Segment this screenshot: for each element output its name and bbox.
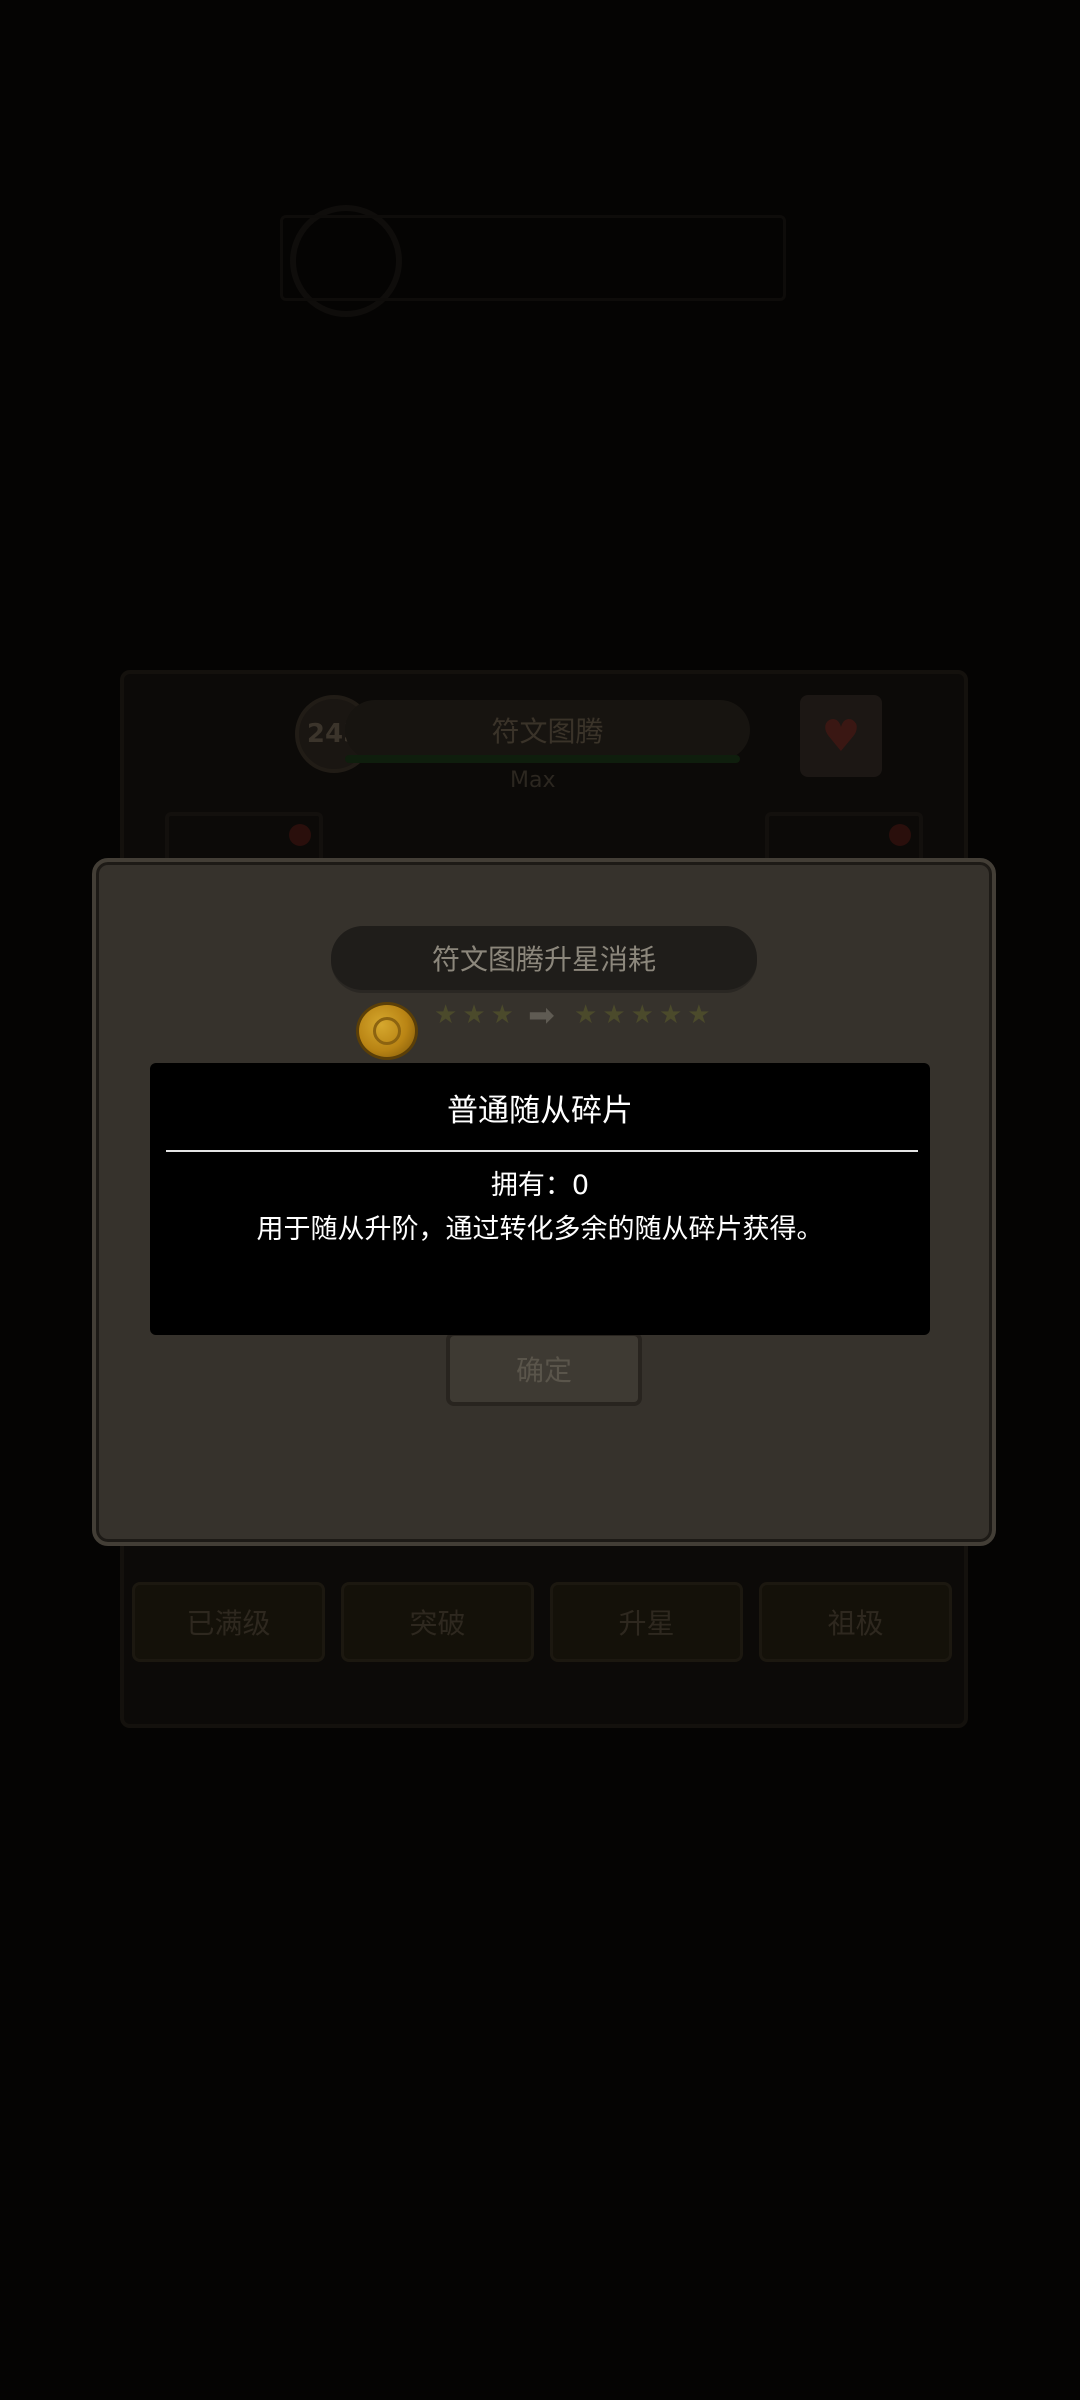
tab-breakthrough: 突破 <box>341 1582 534 1662</box>
arrow-right-icon: ➡ <box>528 996 555 1034</box>
background-banner-frame <box>280 215 786 301</box>
heart-icon: ♥ <box>800 695 882 777</box>
star-icon: ★ <box>574 1000 598 1030</box>
star-icon: ★ <box>602 1000 626 1030</box>
tab-star-up: 升星 <box>550 1582 743 1662</box>
background-tab-bar: 已满级 突破 升星 祖极 <box>132 1582 952 1662</box>
owned-count-value: 0 <box>571 1170 590 1201</box>
target-stars: ★ ★ ★ ★ ★ <box>574 1000 711 1030</box>
coin-icon[interactable] <box>356 1002 418 1060</box>
star-icon: ★ <box>434 1000 458 1030</box>
tab-ancestral: 祖极 <box>759 1582 952 1662</box>
screen: 245 符文图腾 Max ♥ 已满级 突破 升星 祖极 符文图腾升星消耗 ★ ★ ★… <box>0 0 1080 2400</box>
progress-max-label: Max <box>510 768 556 793</box>
star-icon: ★ <box>630 1000 654 1030</box>
tooltip-divider <box>166 1150 918 1152</box>
star-icon: ★ <box>490 1000 514 1030</box>
confirm-button[interactable]: 确定 <box>446 1332 642 1406</box>
tooltip-description: 用于随从升阶，通过转化多余的随从碎片获得。 <box>256 1214 824 1245</box>
progress-bar <box>345 755 740 763</box>
tab-max-level: 已满级 <box>132 1582 325 1662</box>
owned-count-label: 拥有： <box>490 1170 572 1201</box>
panel-title: 符文图腾 <box>345 700 750 760</box>
dialog-title: 符文图腾升星消耗 <box>331 926 757 993</box>
tooltip-title: 普通随从碎片 <box>447 1093 633 1129</box>
alert-dot-icon <box>289 824 311 846</box>
star-icon: ★ <box>687 1000 711 1030</box>
star-icon: ★ <box>658 1000 683 1030</box>
current-stars: ★ ★ ★ <box>434 1000 514 1030</box>
item-tooltip[interactable]: 普通随从碎片 拥有：0 用于随从升阶，通过转化多余的随从碎片获得。 <box>150 1063 930 1335</box>
alert-dot-icon <box>889 824 911 846</box>
star-icon: ★ <box>462 1000 486 1030</box>
owned-count: 拥有：0 <box>150 1163 930 1202</box>
